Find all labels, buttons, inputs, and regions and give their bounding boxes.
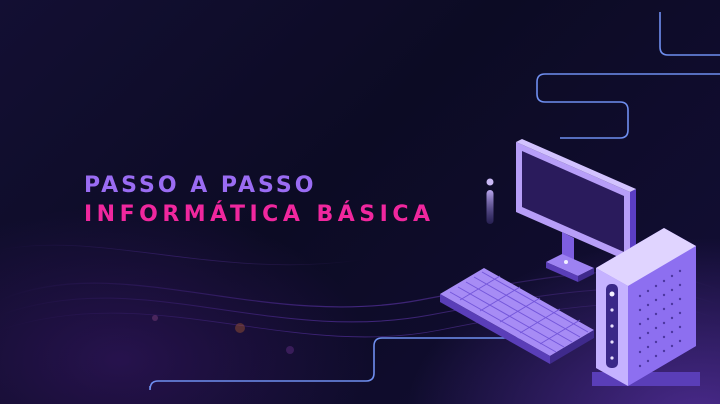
banner: PASSO A PASSO INFORMÁTICA BÁSICA [0,0,720,404]
keyboard-icon [440,268,594,364]
computer-illustration [440,139,700,386]
